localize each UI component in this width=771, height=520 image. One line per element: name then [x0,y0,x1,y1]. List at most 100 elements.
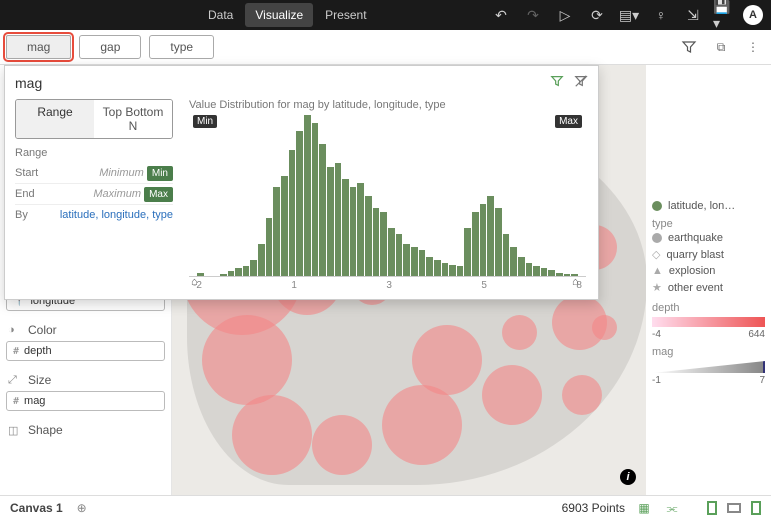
hist-bar [319,144,326,276]
hist-bar [357,183,364,276]
legend-label: latitude, lon… [668,200,735,212]
hist-bar [266,218,273,276]
seg-topn[interactable]: Top Bottom N [94,100,172,138]
bottom-panel-toggle[interactable] [727,503,741,513]
hist-bar [281,176,288,276]
popup-title: mag [15,75,42,91]
hist-bar [258,244,265,276]
hist-bar [457,266,464,276]
tab-data[interactable]: Data [198,3,243,27]
hist-bar [250,260,257,276]
hash-icon: # [13,346,19,357]
hist-bar [548,270,555,276]
hist-bar [373,208,380,276]
hist-bar [403,244,410,276]
filter-icon[interactable] [677,35,701,59]
chip-depth[interactable]: # depth [6,341,165,361]
auto-viz-icon[interactable]: ⧉ [709,35,733,59]
cfg-size[interactable]: ⤢ Size [6,369,165,391]
hist-bar [495,208,502,276]
range-end-row[interactable]: End Maximum Max [15,184,173,205]
avatar[interactable]: A [743,5,763,25]
pill-type[interactable]: type [149,35,214,59]
hist-bar [464,228,471,276]
cfg-label: Size [28,373,51,387]
hist-bar [526,263,533,276]
redo-icon[interactable]: ↷ [521,3,545,27]
filter-pill-row: mag gap type ⧉ ⋮ [0,30,771,65]
hist-bar [503,234,510,276]
canvas-tab[interactable]: Canvas 1 [10,501,63,515]
slider-handle-max[interactable]: ⌂ [572,276,584,290]
grid-icon[interactable]: ▦ [635,499,653,517]
hist-bar [289,150,296,276]
legend-type-other[interactable]: ★other event [652,279,765,296]
left-panel-toggle[interactable] [707,501,717,515]
hist-bar [273,187,280,276]
tab-present[interactable]: Present [315,3,376,27]
legend-panel: latitude, lon… type earthquake ◇quarry b… [646,65,771,495]
hist-bar [228,271,235,276]
hist-bar [449,265,456,276]
filter-popup: mag Range Top Bottom N Range Start Minim… [4,65,599,300]
legend-type-earthquake[interactable]: earthquake [652,230,765,246]
hist-bar [335,163,342,276]
hist-bar [533,266,540,276]
distribution-chart[interactable]: Min Max ⌂ ⌂ [189,115,586,277]
hist-bar [434,260,441,276]
footer-bar: Canvas 1 ⊕ 6903 Points ▦ ⫘ [0,495,771,520]
chip-label: mag [24,395,45,407]
expand-icon: ⤢ [8,374,22,387]
slider-handle-min[interactable]: ⌂ [191,276,203,290]
hash-icon: # [13,396,19,407]
range-by-row[interactable]: By latitude, longitude, type [15,205,173,225]
hist-bar [220,274,227,276]
connect-icon[interactable]: ⫘ [663,499,681,517]
hist-bar [442,263,449,276]
chip-mag[interactable]: # mag [6,391,165,411]
add-canvas-icon[interactable]: ⊕ [73,499,91,517]
hist-bar [541,268,548,276]
undo-icon[interactable]: ↶ [489,3,513,27]
export-icon[interactable]: ⇲ [681,3,705,27]
depth-color-scale [652,317,765,327]
chip-label: depth [24,345,52,357]
remove-filter-icon[interactable] [574,74,588,91]
hist-bar [411,247,418,276]
shapes-icon: ◫ [8,424,22,437]
hist-bar [487,196,494,277]
cfg-shape[interactable]: ◫ Shape [6,419,165,441]
legend-category: latitude, lon… [652,198,765,214]
pill-gap[interactable]: gap [79,35,141,59]
hist-bar [365,196,372,277]
save-icon[interactable]: 💾▾ [713,3,737,27]
hist-bar [480,204,487,276]
seg-range[interactable]: Range [16,100,94,138]
keep-filter-icon[interactable] [550,74,564,91]
comment-icon[interactable]: ▤▾ [617,3,641,27]
play-icon[interactable]: ▷ [553,3,577,27]
legend-mag-header: mag [652,346,765,358]
hist-bar [235,268,242,276]
lightbulb-icon[interactable]: ♀ [649,3,673,27]
refresh-icon[interactable]: ⟳ [585,3,609,27]
segmented-control: Range Top Bottom N [15,99,173,139]
info-icon[interactable]: i [620,469,636,485]
mag-size-scale [652,361,765,373]
cfg-label: Color [28,323,57,337]
legend-type-explosion[interactable]: ▲explosion [652,263,765,279]
right-panel-toggle[interactable] [751,501,761,515]
cfg-color[interactable]: ◑ Color [6,319,165,341]
kebab-icon[interactable]: ⋮ [741,35,765,59]
hist-bar [350,187,357,276]
hist-bar [380,212,387,276]
legend-type-quarry[interactable]: ◇quarry blast [652,246,765,263]
palette-icon: ◑ [8,324,22,336]
tab-visualize[interactable]: Visualize [245,3,313,27]
by-link[interactable]: latitude, longitude, type [60,209,173,221]
hist-bar [472,212,479,276]
pill-mag[interactable]: mag [6,35,71,59]
hist-bar [327,167,334,276]
hist-bar [426,257,433,276]
range-start-row[interactable]: Start Minimum Min [15,163,173,184]
